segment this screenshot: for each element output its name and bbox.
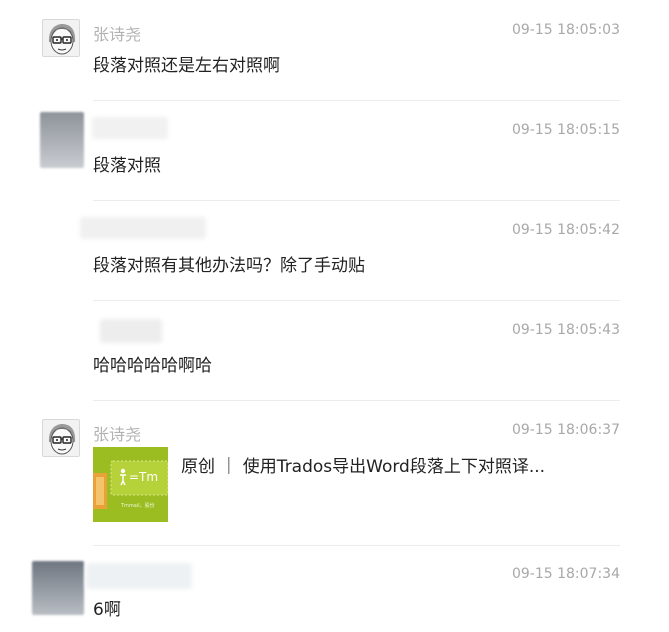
message-text: 6啊 — [93, 600, 121, 620]
timestamp: 09-15 18:06:37 — [511, 422, 620, 438]
cartoon-face-icon — [48, 424, 76, 455]
message-text: 哈哈哈哈哈啊哈 — [93, 356, 212, 376]
avatar[interactable] — [40, 112, 84, 168]
avatar[interactable] — [42, 19, 80, 57]
sender-name-blurred — [86, 563, 192, 589]
message-text: 段落对照有其他办法吗？除了手动贴 — [93, 256, 365, 276]
sender-name: 张诗尧 — [93, 425, 142, 444]
divider — [93, 100, 620, 101]
divider — [93, 300, 620, 301]
timestamp: 09-15 18:07:34 — [511, 566, 620, 582]
sender-name-blurred — [92, 117, 168, 139]
divider — [93, 200, 620, 201]
sender-name-blurred — [80, 217, 206, 239]
message-text: 段落对照还是左右对照啊 — [93, 56, 280, 76]
avatar[interactable] — [32, 561, 84, 615]
divider — [93, 545, 620, 546]
timestamp: 09-15 18:05:43 — [511, 322, 620, 338]
article-cover-image: =Tm Tmmail，股份 — [93, 447, 168, 522]
timestamp: 09-15 18:05:03 — [511, 22, 620, 38]
sender-name-blurred — [100, 319, 162, 343]
article-link-title[interactable]: 原创 ｜ 使用Trados导出Word段落上下对照译... — [181, 452, 545, 477]
timestamp: 09-15 18:05:42 — [511, 222, 620, 238]
message-text: 段落对照 — [93, 156, 161, 176]
article-thumbnail[interactable]: =Tm Tmmail，股份 — [93, 447, 168, 522]
thumbnail-caption: Tmmail，股份 — [120, 502, 155, 509]
sender-name: 张诗尧 — [93, 25, 142, 44]
cartoon-face-icon — [48, 24, 76, 55]
divider — [93, 400, 620, 401]
thumbnail-text: =Tm — [129, 470, 158, 484]
timestamp: 09-15 18:05:15 — [511, 122, 620, 138]
avatar[interactable] — [42, 419, 80, 457]
